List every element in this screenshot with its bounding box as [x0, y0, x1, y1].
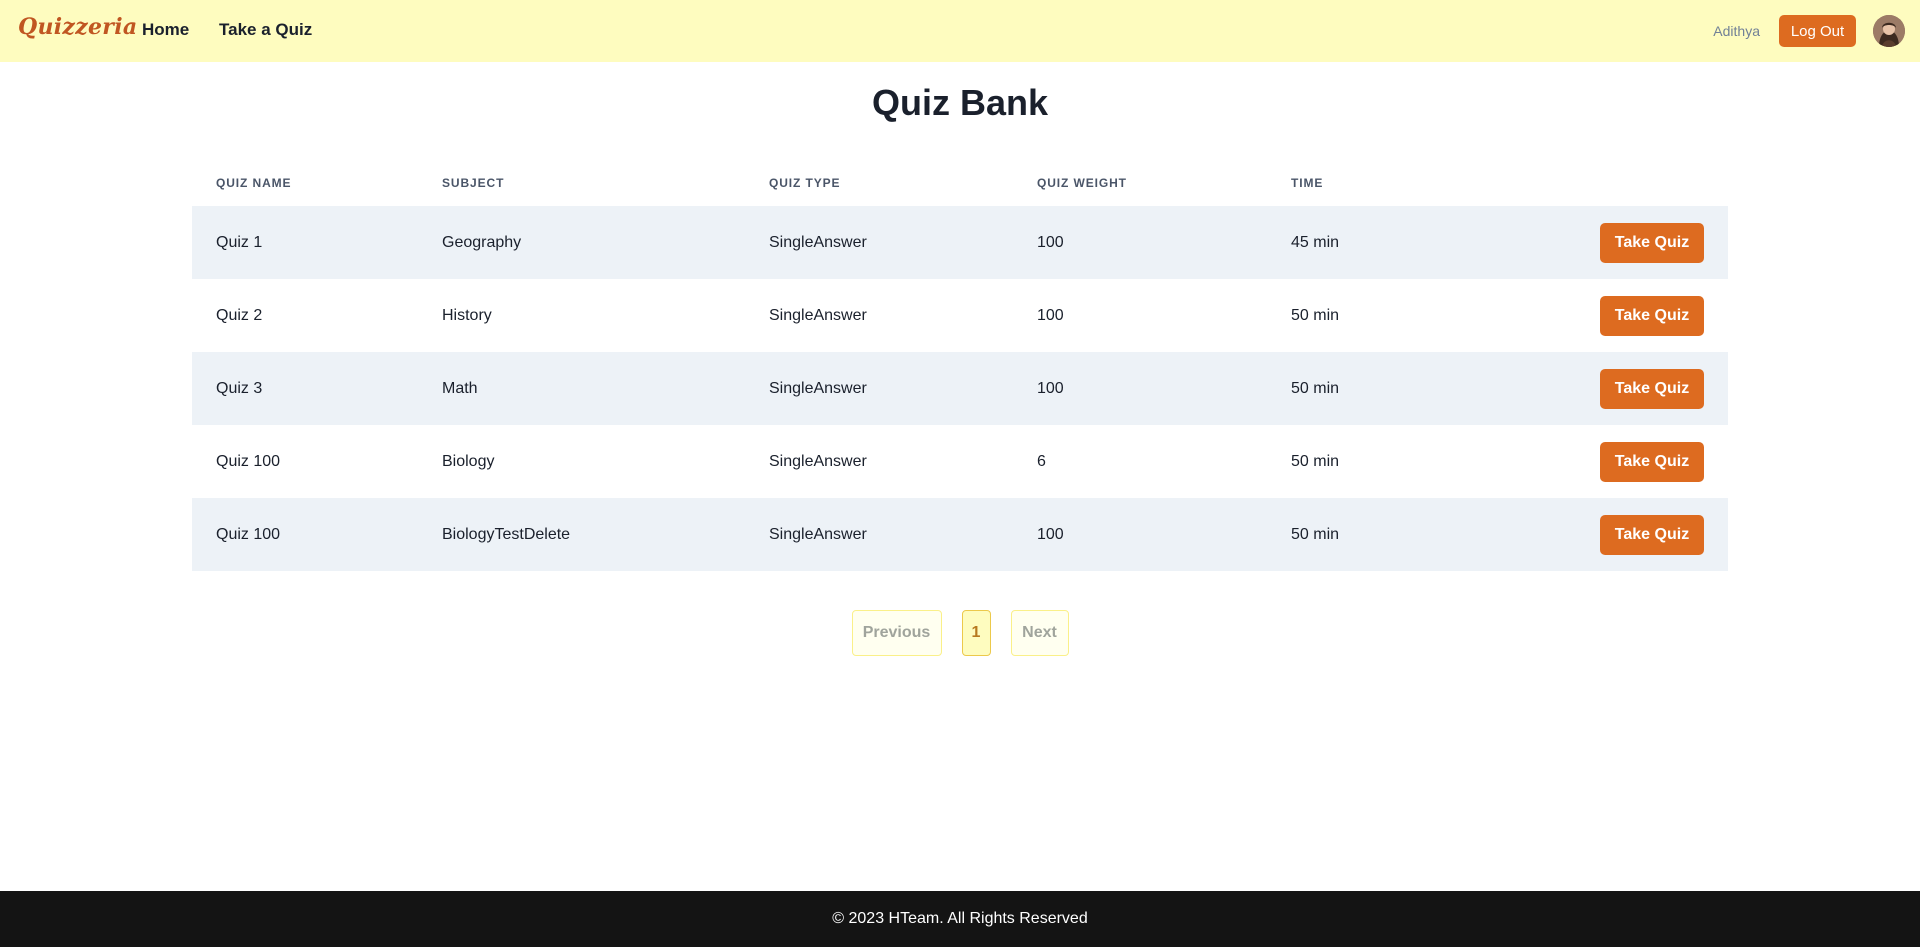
quiz-type-cell: SingleAnswer	[769, 379, 867, 397]
quiz-name-cell: Quiz 2	[216, 306, 263, 324]
action-cell: Take Quiz	[1467, 425, 1728, 498]
page-title: Quiz Bank	[871, 82, 1049, 123]
quiz-type-cell: SingleAnswer	[769, 306, 867, 324]
table-row: Quiz 100 Biology SingleAnswer 6 50 min T…	[192, 425, 1728, 498]
take-quiz-button[interactable]: Take Quiz	[1600, 514, 1704, 555]
subject-cell: Biology	[442, 452, 495, 470]
column-header-time: TIME	[1291, 176, 1324, 190]
quiz-type-cell: SingleAnswer	[769, 233, 867, 251]
action-cell: Take Quiz	[1467, 279, 1728, 352]
copyright-text: © 2023 HTeam. All Rights Reserved	[832, 910, 1088, 927]
take-quiz-button[interactable]: Take Quiz	[1600, 368, 1704, 409]
subject-cell: Geography	[442, 233, 522, 251]
column-header-subject: SUBJECT	[442, 176, 505, 190]
quiz-table: QUIZ NAME SUBJECT QUIZ TYPE QUIZ WEIGHT …	[192, 160, 1728, 571]
action-cell: Take Quiz	[1467, 498, 1728, 571]
table-header-row: QUIZ NAME SUBJECT QUIZ TYPE QUIZ WEIGHT …	[192, 160, 1728, 206]
quiz-type-cell: SingleAnswer	[769, 525, 867, 543]
user-avatar-icon[interactable]	[1873, 15, 1905, 47]
top-navbar: Quizzeria Home Take a Quiz Adithya Log O…	[0, 0, 1920, 62]
take-quiz-button[interactable]: Take Quiz	[1600, 295, 1704, 336]
previous-page-button[interactable]: Previous	[851, 610, 942, 656]
logout-button[interactable]: Log Out	[1779, 15, 1856, 47]
subject-cell: Math	[442, 379, 478, 397]
footer: © 2023 HTeam. All Rights Reserved	[0, 891, 1920, 947]
time-cell: 50 min	[1291, 306, 1340, 324]
time-cell: 45 min	[1291, 233, 1340, 251]
username-label: Adithya	[1713, 23, 1760, 39]
quiz-name-cell: Quiz 100	[216, 525, 281, 543]
take-quiz-button[interactable]: Take Quiz	[1600, 222, 1704, 263]
action-cell: Take Quiz	[1467, 206, 1728, 279]
quiz-name-cell: Quiz 3	[216, 379, 263, 397]
quiz-weight-cell: 100	[1037, 379, 1064, 397]
quiz-table-container: QUIZ NAME SUBJECT QUIZ TYPE QUIZ WEIGHT …	[192, 160, 1728, 571]
quiz-weight-cell: 100	[1037, 525, 1064, 543]
quiz-name-cell: Quiz 100	[216, 452, 281, 470]
nav-home-link[interactable]: Home	[142, 20, 189, 40]
table-row: Quiz 3 Math SingleAnswer 100 50 min Take…	[192, 352, 1728, 425]
action-cell: Take Quiz	[1467, 352, 1728, 425]
brand-logo[interactable]: Quizzeria	[18, 14, 137, 40]
column-header-action	[1467, 160, 1728, 206]
pagination: Previous 1 Next	[0, 610, 1920, 656]
column-header-quiz-type: QUIZ TYPE	[769, 176, 841, 190]
quiz-weight-cell: 100	[1037, 306, 1064, 324]
table-row: Quiz 1 Geography SingleAnswer 100 45 min…	[192, 206, 1728, 279]
time-cell: 50 min	[1291, 452, 1340, 470]
next-page-button[interactable]: Next	[1010, 610, 1069, 656]
table-row: Quiz 2 History SingleAnswer 100 50 min T…	[192, 279, 1728, 352]
nav-take-quiz-link[interactable]: Take a Quiz	[219, 20, 312, 40]
quiz-type-cell: SingleAnswer	[769, 452, 867, 470]
subject-cell: BiologyTestDelete	[442, 525, 571, 543]
time-cell: 50 min	[1291, 379, 1340, 397]
take-quiz-button[interactable]: Take Quiz	[1600, 441, 1704, 482]
quiz-name-cell: Quiz 1	[216, 233, 263, 251]
subject-cell: History	[442, 306, 492, 324]
column-header-quiz-name: QUIZ NAME	[216, 176, 292, 190]
quiz-weight-cell: 6	[1037, 452, 1046, 470]
quiz-weight-cell: 100	[1037, 233, 1064, 251]
time-cell: 50 min	[1291, 525, 1340, 543]
column-header-quiz-weight: QUIZ WEIGHT	[1037, 176, 1127, 190]
table-row: Quiz 100 BiologyTestDelete SingleAnswer …	[192, 498, 1728, 571]
current-page-button[interactable]: 1	[961, 610, 991, 656]
